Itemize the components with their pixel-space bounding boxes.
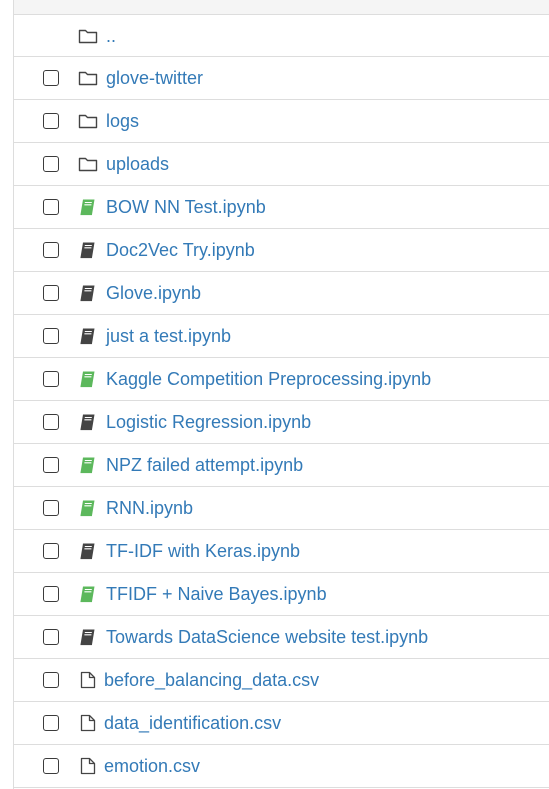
list-item[interactable]: Logistic Regression.ipynb	[14, 401, 549, 444]
item-name-link[interactable]: RNN.ipynb	[106, 498, 193, 518]
list-item[interactable]: glove-twitter	[14, 57, 549, 100]
item-checkbox[interactable]	[43, 500, 59, 516]
item-name-link[interactable]: emotion.csv	[104, 756, 200, 776]
item-checkbox[interactable]	[43, 285, 59, 301]
item-name-link[interactable]: logs	[106, 111, 139, 131]
item-name-link[interactable]: TFIDF + Naive Bayes.ipynb	[106, 584, 327, 604]
item-checkbox[interactable]	[43, 414, 59, 430]
list-item[interactable]: Towards DataScience website test.ipynb	[14, 616, 549, 659]
list-item[interactable]: just a test.ipynb	[14, 315, 549, 358]
parent-directory-link[interactable]: ..	[106, 26, 116, 46]
notebook-icon	[80, 242, 95, 259]
item-checkbox[interactable]	[43, 586, 59, 602]
folder-icon	[78, 114, 98, 129]
list-item[interactable]: before_balancing_data.csv	[14, 659, 549, 702]
item-checkbox[interactable]	[43, 629, 59, 645]
list-item[interactable]: TFIDF + Naive Bayes.ipynb	[14, 573, 549, 616]
item-name-link[interactable]: NPZ failed attempt.ipynb	[106, 455, 303, 475]
file-list: .. glove-twitter logs uploads BOW NN Test.i…	[14, 0, 549, 788]
notebook-icon	[80, 414, 95, 431]
notebook-icon	[80, 629, 95, 646]
item-name-link[interactable]: Doc2Vec Try.ipynb	[106, 240, 255, 260]
folder-icon	[78, 71, 98, 86]
list-item[interactable]: data_identification.csv	[14, 702, 549, 745]
item-checkbox[interactable]	[43, 672, 59, 688]
list-item[interactable]: logs	[14, 100, 549, 143]
item-name-link[interactable]: Logistic Regression.ipynb	[106, 412, 311, 432]
item-checkbox[interactable]	[43, 242, 59, 258]
item-checkbox[interactable]	[43, 457, 59, 473]
item-checkbox[interactable]	[43, 70, 59, 86]
list-item[interactable]: emotion.csv	[14, 745, 549, 788]
item-name-link[interactable]: glove-twitter	[106, 68, 203, 88]
list-item[interactable]: Kaggle Competition Preprocessing.ipynb	[14, 358, 549, 401]
notebook-icon	[80, 285, 95, 302]
list-item[interactable]: Doc2Vec Try.ipynb	[14, 229, 549, 272]
item-checkbox[interactable]	[43, 758, 59, 774]
notebook-icon	[80, 500, 95, 517]
item-name-link[interactable]: data_identification.csv	[104, 713, 281, 733]
item-checkbox[interactable]	[43, 371, 59, 387]
item-name-link[interactable]: just a test.ipynb	[106, 326, 231, 346]
item-name-link[interactable]: before_balancing_data.csv	[104, 670, 319, 690]
list-header-bar	[14, 0, 549, 15]
notebook-icon	[80, 328, 95, 345]
list-item[interactable]: NPZ failed attempt.ipynb	[14, 444, 549, 487]
list-item[interactable]: uploads	[14, 143, 549, 186]
list-item[interactable]: RNN.ipynb	[14, 487, 549, 530]
item-name-link[interactable]: Glove.ipynb	[106, 283, 201, 303]
item-name-link[interactable]: TF-IDF with Keras.ipynb	[106, 541, 300, 561]
folder-icon	[78, 157, 98, 172]
item-checkbox[interactable]	[43, 199, 59, 215]
item-checkbox[interactable]	[43, 543, 59, 559]
file-icon	[80, 671, 96, 689]
file-icon	[80, 757, 96, 775]
item-checkbox[interactable]	[43, 715, 59, 731]
list-item[interactable]: BOW NN Test.ipynb	[14, 186, 549, 229]
list-item[interactable]: Glove.ipynb	[14, 272, 549, 315]
item-checkbox[interactable]	[43, 113, 59, 129]
notebook-icon	[80, 586, 95, 603]
item-checkbox[interactable]	[43, 328, 59, 344]
item-name-link[interactable]: Kaggle Competition Preprocessing.ipynb	[106, 369, 431, 389]
item-name-link[interactable]: uploads	[106, 154, 169, 174]
parent-directory-row[interactable]: ..	[14, 15, 549, 57]
notebook-icon	[80, 457, 95, 474]
notebook-icon	[80, 543, 95, 560]
file-icon	[80, 714, 96, 732]
item-name-link[interactable]: BOW NN Test.ipynb	[106, 197, 266, 217]
notebook-icon	[80, 371, 95, 388]
notebook-icon	[80, 199, 95, 216]
item-name-link[interactable]: Towards DataScience website test.ipynb	[106, 627, 428, 647]
list-item[interactable]: TF-IDF with Keras.ipynb	[14, 530, 549, 573]
item-checkbox[interactable]	[43, 156, 59, 172]
folder-icon	[78, 29, 98, 43]
